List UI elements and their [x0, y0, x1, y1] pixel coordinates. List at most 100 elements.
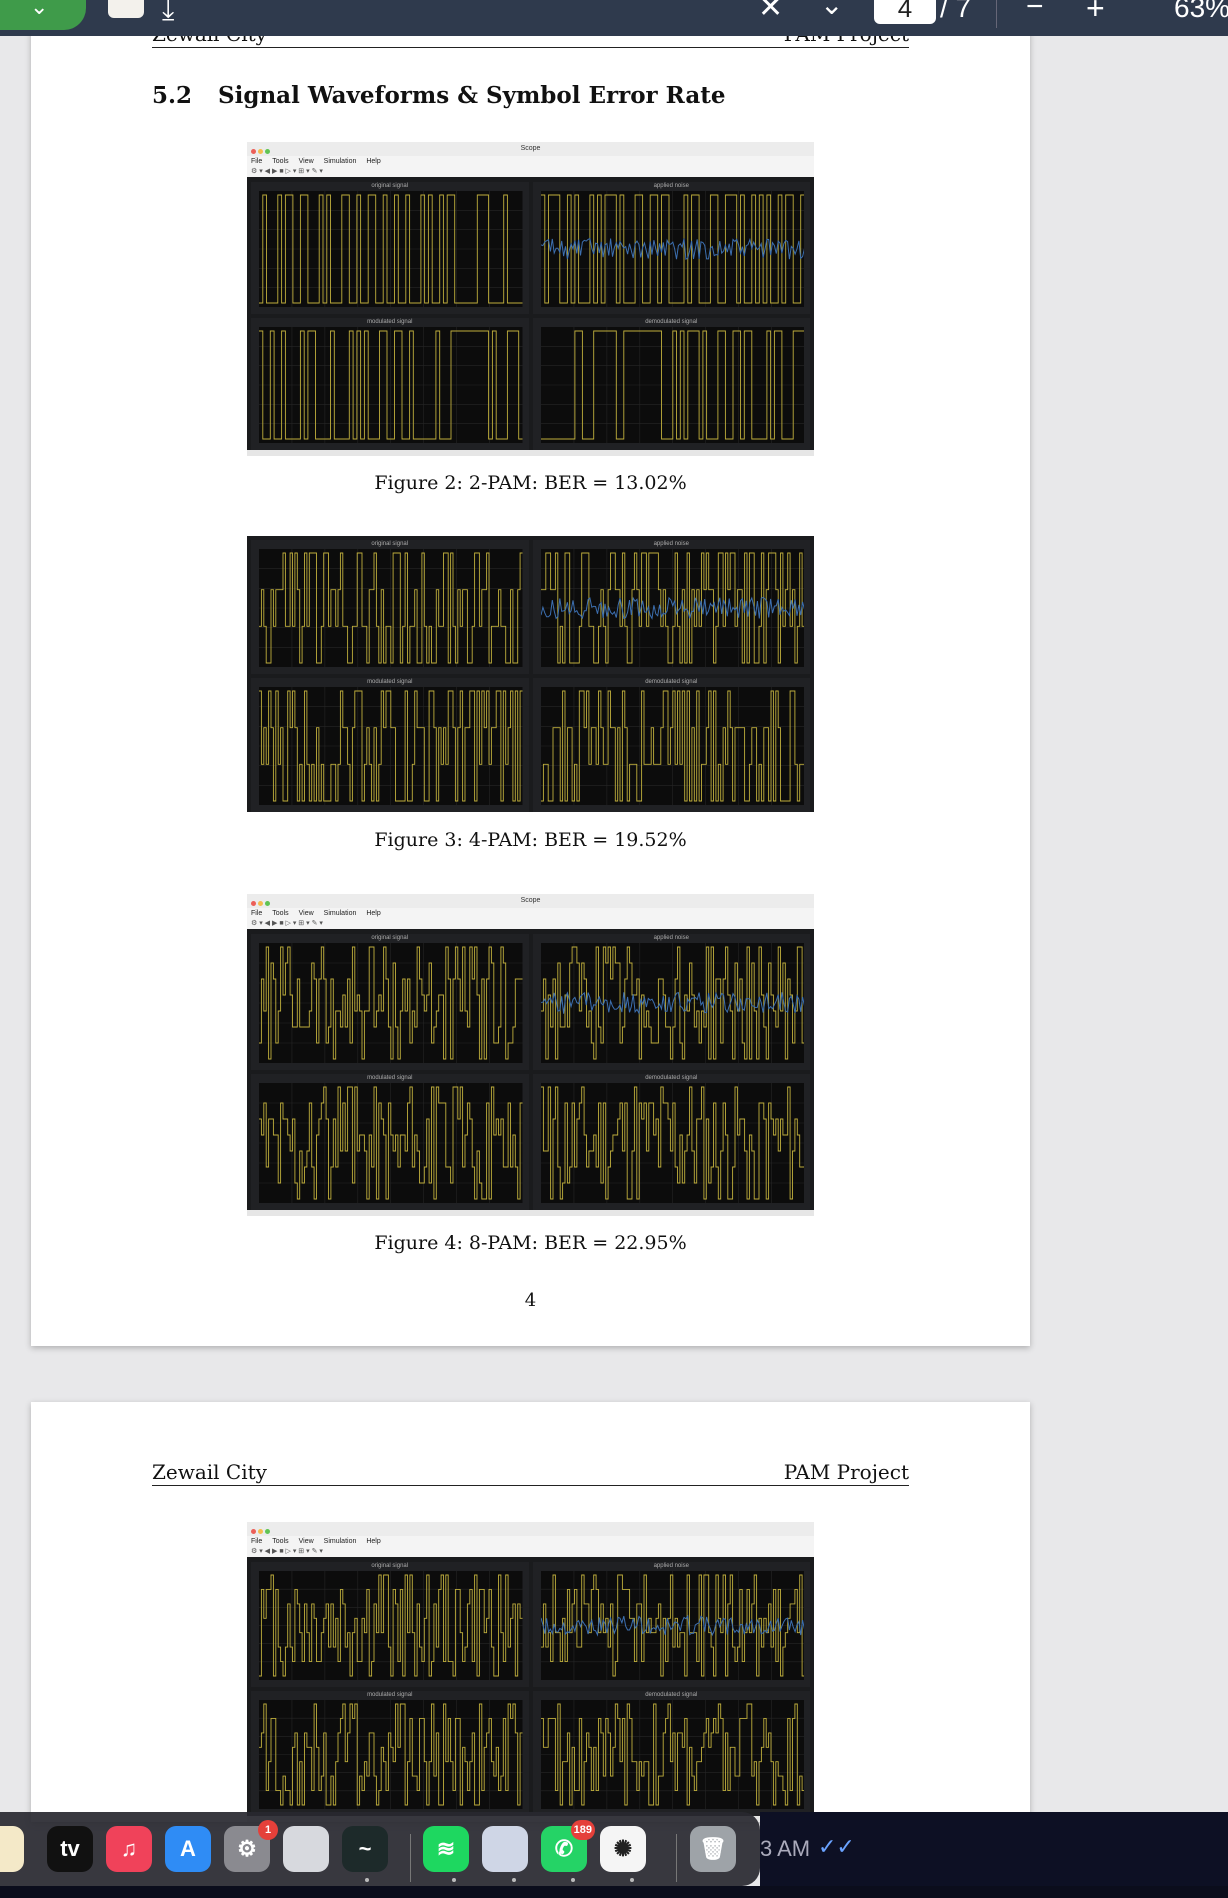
system-settings-icon[interactable]: ⚙ 1 — [224, 1820, 278, 1872]
scope-panel-demodulated-signal: demodulated signal — [532, 318, 810, 450]
music-icon[interactable]: ♫ — [106, 1826, 152, 1872]
scope-window-titlebar: Scope — [247, 894, 814, 908]
scope-panel-title: original signal — [371, 935, 409, 941]
header-rule — [152, 47, 909, 48]
scope-plot-area — [259, 1700, 523, 1809]
scope-menu-item: Simulation — [323, 910, 357, 917]
scope-panel-original-signal: original signal — [251, 540, 529, 674]
next-result-chevron-icon[interactable]: ⌄ — [820, 0, 843, 21]
toolbar-divider — [996, 0, 997, 28]
apple-tv-icon[interactable]: tv — [47, 1826, 93, 1872]
zoom-level[interactable]: 63% — [1174, 0, 1228, 24]
scope-statusbar — [247, 450, 814, 456]
section-title: Signal Waveforms & Symbol Error Rate — [218, 82, 726, 109]
scope-panel-demodulated-signal: demodulated signal — [532, 1074, 810, 1210]
scope-menu-item: File — [251, 910, 263, 917]
scope-panel-title: demodulated signal — [645, 679, 698, 685]
scope-plot-area — [259, 1571, 523, 1680]
running-indicator — [571, 1878, 575, 1882]
scope-menubar: File Tools View Simulation Help — [247, 908, 814, 919]
scope-menu-item: File — [251, 158, 263, 165]
pdf-page-4: Zewail City PAM Project 5.2Signal Wavefo… — [31, 0, 1030, 1346]
scope-plot-area — [259, 943, 523, 1063]
trash-icon[interactable]: 🗑 — [690, 1826, 736, 1872]
scope-panel-title: applied noise — [653, 1563, 689, 1569]
scope-window-titlebar — [247, 1522, 814, 1536]
close-icon[interactable]: ✕ — [758, 0, 783, 25]
scope-panel-title: modulated signal — [367, 319, 413, 325]
app-store-icon[interactable]: A — [165, 1826, 211, 1872]
download-icon[interactable]: ⤓ — [162, 0, 174, 27]
page-number: 4 — [524, 1290, 537, 1311]
scope-menu-item: Help — [366, 1538, 381, 1545]
scope-panel-modulated-signal: modulated signal — [251, 318, 529, 450]
scope-plot-area — [259, 191, 523, 307]
scope-plot-area — [540, 687, 804, 805]
page-number-input[interactable]: 4 — [874, 0, 936, 24]
scope-panel-applied-noise: applied noise — [532, 1562, 810, 1687]
scope-panel-title: original signal — [371, 1563, 409, 1569]
scope-plot-area — [540, 1571, 804, 1680]
notification-badge: 189 — [570, 1820, 595, 1840]
scope-menubar: File Tools View Simulation Help — [247, 1536, 814, 1547]
scope-plot-area — [259, 687, 523, 805]
running-indicator — [365, 1878, 369, 1882]
scope-window-title: Scope — [520, 897, 541, 904]
scope-panel-title: modulated signal — [367, 679, 413, 685]
running-indicator — [512, 1878, 516, 1882]
scope-panel-original-signal: original signal — [251, 182, 529, 314]
note-icon[interactable] — [108, 0, 144, 18]
scope-menu-item: Help — [366, 910, 381, 917]
sidebar-toggle-button[interactable]: ⌄ — [0, 0, 86, 30]
whatsapp-icon[interactable]: ✆ 189 — [541, 1820, 595, 1872]
scope-panel-applied-noise: applied noise — [532, 540, 810, 674]
scope-panel-demodulated-signal: demodulated signal — [532, 1691, 810, 1816]
scope-window-title: Scope — [520, 145, 541, 152]
scope-icon-toolbar: ⚙ ▾ ◀ ▶ ■ ▷ ▾ ⊞ ▾ ✎ ▾ — [247, 1547, 814, 1557]
scope-plot-area — [540, 1700, 804, 1809]
dock-separator — [410, 1834, 411, 1882]
scope-menu-item: Tools — [272, 910, 289, 917]
viewer-toolbar: ⌄ ⤓ ✕ ⌄ 4 / 7 − + 63% — [0, 0, 1228, 36]
scope-panel-title: demodulated signal — [645, 1075, 698, 1081]
scope-panel-original-signal: original signal — [251, 1562, 529, 1687]
scope-panel-demodulated-signal: demodulated signal — [532, 678, 810, 812]
photos-app-icon[interactable] — [482, 1826, 528, 1872]
scope-panel-title: modulated signal — [367, 1692, 413, 1698]
zoom-out-minus-icon[interactable]: − — [1026, 0, 1044, 24]
scope-menu-item: Simulation — [323, 1538, 357, 1545]
scope-menu-item: Tools — [272, 1538, 289, 1545]
scope-panel-title: applied noise — [653, 183, 689, 189]
notes-icon[interactable] — [0, 1826, 24, 1872]
spotify-icon[interactable]: ≋ — [423, 1826, 469, 1872]
pdf-page-5: Zewail City PAM Project File Tools View Sim… — [31, 1402, 1030, 1822]
header-rule — [152, 1485, 909, 1486]
zoom-in-plus-icon[interactable]: + — [1086, 0, 1105, 27]
scope-panel-modulated-signal: modulated signal — [251, 1074, 529, 1210]
figure-5-scope-screenshot: File Tools View Simulation Help ⚙ ▾ ◀ ▶ ■ ▷ ▾… — [247, 1522, 814, 1822]
running-indicator — [630, 1878, 634, 1882]
notification-badge: 1 — [258, 1820, 278, 1840]
scope-statusbar — [247, 1210, 814, 1216]
scope-plot-area — [259, 327, 523, 443]
chatgpt-icon[interactable]: ✺ — [600, 1826, 646, 1872]
dock-separator — [676, 1834, 677, 1882]
scope-panel-title: modulated signal — [367, 1075, 413, 1081]
scope-plot-area — [259, 549, 523, 667]
scope-plot-area — [259, 1083, 523, 1203]
figure-4-scope-screenshot: Scope File Tools View Simulation Help ⚙ ▾ ◀ ▶ … — [247, 894, 814, 1216]
page-total: / 7 — [940, 0, 972, 23]
section-heading: 5.2 Signal Waveforms & Symbol Error Rate — [152, 82, 725, 109]
scope-panel-modulated-signal: modulated signal — [251, 1691, 529, 1816]
scope-menu-item: Simulation — [323, 158, 357, 165]
scope-plot-area — [540, 191, 804, 307]
scope-panel-title: applied noise — [653, 541, 689, 547]
scope-panel-applied-noise: applied noise — [532, 182, 810, 314]
preview-icon[interactable] — [283, 1826, 329, 1872]
figure-3-scope-screenshot: original signal applied noise modulated si… — [247, 536, 814, 812]
section-number: 5.2 — [152, 82, 193, 109]
scope-panel-title: applied noise — [653, 935, 689, 941]
scope-panel-original-signal: original signal — [251, 934, 529, 1070]
scope-menu-item: View — [298, 1538, 314, 1545]
activity-monitor-icon[interactable]: ~ — [342, 1826, 388, 1872]
